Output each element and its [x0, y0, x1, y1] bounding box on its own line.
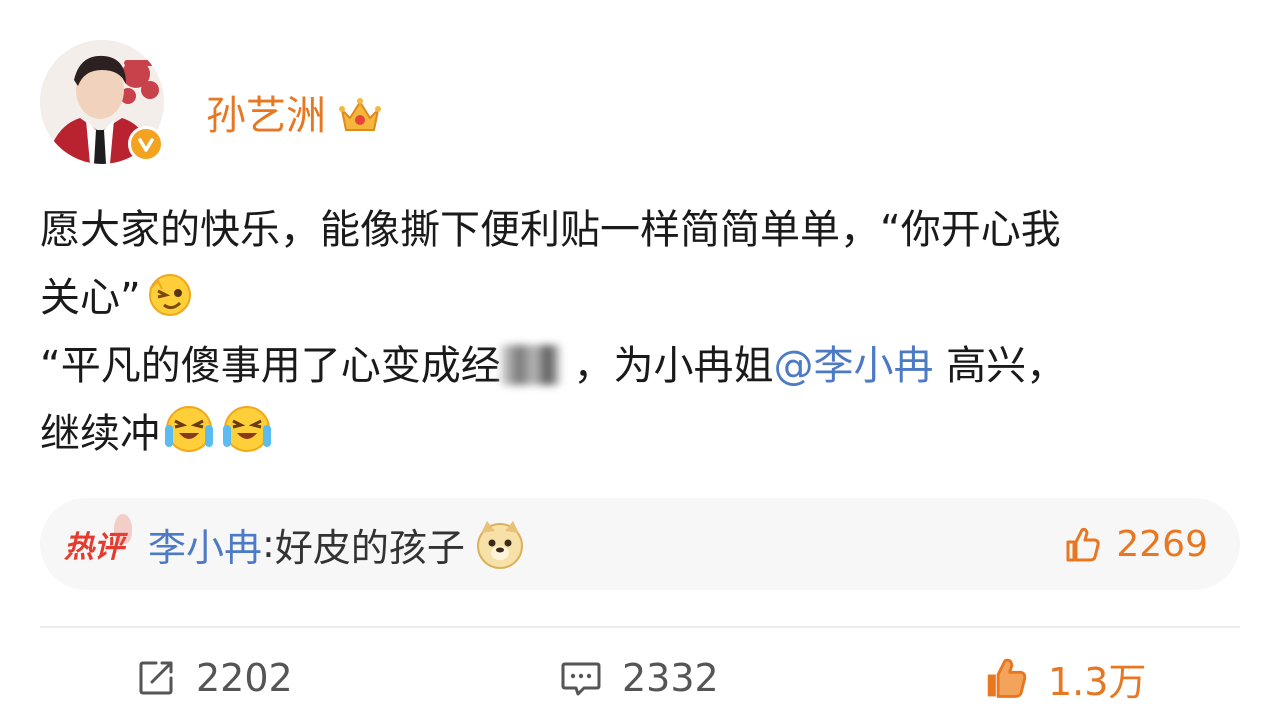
hot-comment-like-count: 2269 [1116, 523, 1208, 565]
content-text: 继续冲 [40, 411, 160, 457]
comment-separator: : [262, 522, 275, 566]
hot-comment[interactable]: 热评 李小冉 : 好皮的孩子 2269 [40, 498, 1240, 590]
repost-icon [139, 661, 173, 695]
content-line: 关心” [40, 264, 1240, 332]
blurred-text [500, 345, 561, 385]
crying-laugh-emoji-icon [221, 403, 273, 455]
comment-icon [561, 662, 601, 696]
mention-link[interactable]: @李小冉 [773, 343, 933, 389]
like-button[interactable]: 1.3万 [982, 650, 1146, 706]
content-line: “平凡的傻事用了心变成经 ，为小冉姐@李小冉 高兴， [40, 332, 1240, 400]
author-row: 孙艺洲 [206, 90, 382, 142]
comment-text: 好皮的孩子 [274, 525, 465, 570]
thumbs-up-icon [1066, 527, 1101, 562]
content-text: 关心” [40, 275, 141, 321]
content-line: 愿大家的快乐，能像撕下便利贴一样简简单单，“你开心我 [40, 196, 1240, 264]
content-text: ，为小冉姐 [573, 343, 774, 389]
post-header: 孙艺洲 [40, 40, 740, 170]
like-count: 1.3万 [1048, 659, 1147, 704]
wink-emoji-icon [144, 267, 196, 319]
crying-laugh-emoji-icon [163, 403, 215, 455]
content-text: 高兴， [946, 343, 1067, 389]
doge-emoji-icon [473, 517, 527, 571]
repost-button[interactable]: 2202 [136, 650, 293, 706]
post-content: 愿大家的快乐，能像撕下便利贴一样简简单单，“你开心我 关心” “平凡的傻事用了心… [40, 196, 1240, 468]
action-bar: 2202 2332 1.3万 [0, 650, 1280, 706]
comment-count: 2332 [622, 656, 719, 700]
thumbs-up-icon [987, 658, 1027, 698]
content-text: 愿大家的快乐，能像撕下便利贴一样简简单单，“你开心我 [40, 207, 1061, 253]
verified-badge-icon [128, 126, 164, 162]
hot-comment-like-button[interactable]: 2269 [1062, 524, 1208, 565]
crown-icon[interactable] [338, 96, 382, 136]
commenter-name[interactable]: 李小冉 [148, 517, 262, 572]
content-line: 继续冲 [40, 400, 1240, 468]
hot-comment-badge: 热评 [64, 514, 132, 566]
comment-button[interactable]: 2332 [560, 650, 719, 706]
avatar-container[interactable] [40, 40, 164, 164]
divider [40, 626, 1240, 628]
content-text: “平凡的傻事用了心变成经 [40, 343, 501, 389]
author-name[interactable]: 孙艺洲 [206, 90, 326, 142]
repost-count: 2202 [196, 656, 293, 700]
